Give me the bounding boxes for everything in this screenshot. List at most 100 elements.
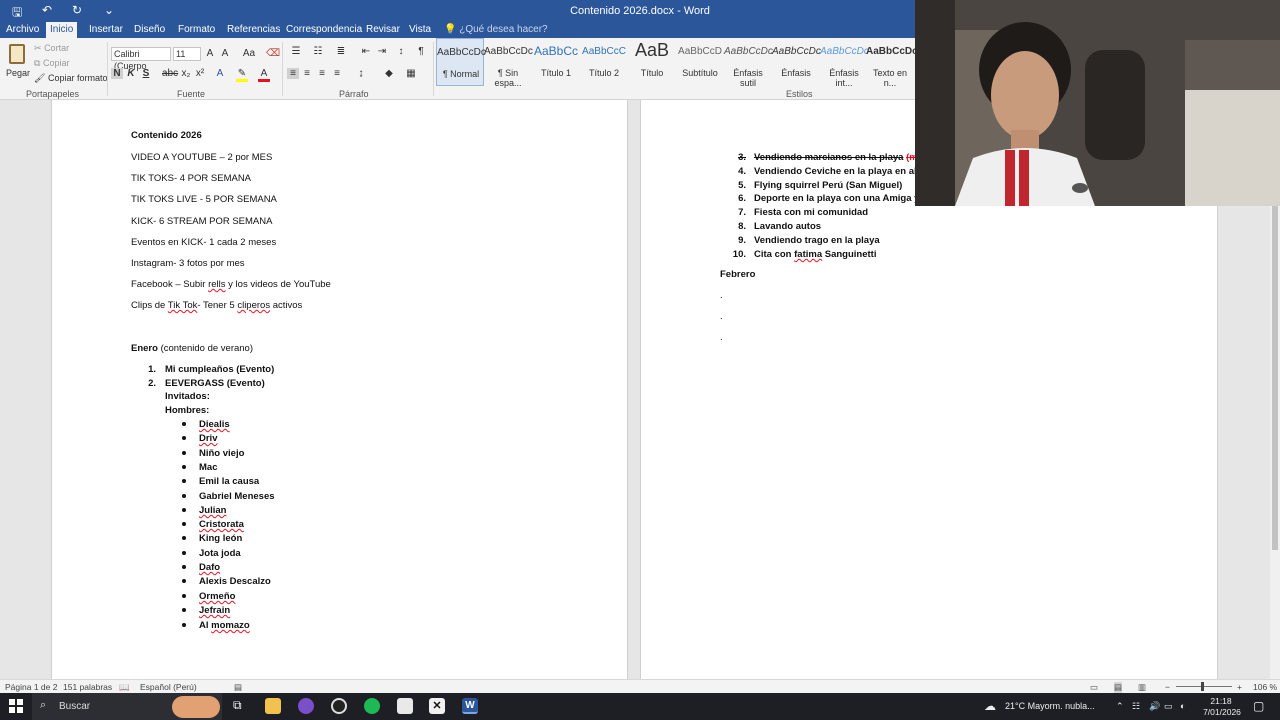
- line-spacing-icon[interactable]: ↨: [352, 68, 370, 79]
- italic-button[interactable]: K: [125, 68, 137, 79]
- paste-button[interactable]: Pegar: [6, 42, 30, 82]
- notepad-icon[interactable]: [397, 698, 413, 714]
- misspelled-word[interactable]: Dafo: [199, 562, 220, 573]
- cut-button[interactable]: ✂ Cortar: [34, 43, 69, 54]
- style-subtle-emphasis[interactable]: AaBbCcDc: [724, 46, 773, 57]
- highlight-icon[interactable]: ✎: [236, 68, 248, 82]
- zoom-out-icon[interactable]: −: [1165, 682, 1170, 692]
- tab-vista[interactable]: Vista: [405, 22, 435, 38]
- bold-button[interactable]: N: [111, 68, 123, 79]
- misspelled-word[interactable]: Jefrain: [199, 605, 230, 616]
- file-explorer-icon[interactable]: [265, 698, 281, 714]
- style-intense-emphasis[interactable]: AaBbCcDc: [820, 46, 869, 57]
- strikethrough-icon[interactable]: abc: [162, 68, 178, 79]
- superscript-icon[interactable]: x²: [194, 68, 206, 79]
- tray-chevron-icon[interactable]: ⌃: [1116, 701, 1124, 712]
- zoom-slider-handle[interactable]: [1201, 682, 1204, 691]
- subscript-icon[interactable]: x₂: [180, 68, 192, 79]
- tab-referencias[interactable]: Referencias: [223, 22, 284, 38]
- read-mode-icon[interactable]: ▭: [1090, 682, 1098, 693]
- tab-insertar[interactable]: Insertar: [85, 22, 127, 38]
- misspelled-word[interactable]: fatima: [794, 249, 822, 260]
- sort-icon[interactable]: ↕: [395, 46, 407, 57]
- increase-indent-icon[interactable]: ⇥: [375, 46, 389, 57]
- misspelled-word[interactable]: momazo: [211, 620, 250, 631]
- proofing-icon[interactable]: 📖: [119, 682, 130, 693]
- misspelled-word[interactable]: Julian: [199, 505, 226, 516]
- windows-start-icon[interactable]: [9, 699, 23, 713]
- network-icon[interactable]: ☷: [1132, 701, 1140, 712]
- clear-format-icon[interactable]: ⌫: [266, 48, 280, 59]
- misspelled-word[interactable]: Ormeño: [199, 591, 235, 602]
- show-formatting-icon[interactable]: ¶: [415, 46, 427, 57]
- misspelled-word[interactable]: Cristorata: [199, 519, 244, 530]
- task-view-icon[interactable]: ⧉: [233, 698, 249, 714]
- style-emphasis[interactable]: AaBbCcDc: [772, 46, 821, 57]
- misspelled-word[interactable]: cliperos: [237, 300, 270, 311]
- font-size-select[interactable]: 11: [173, 47, 201, 61]
- page-1[interactable]: Contenido 2026 VIDEO A YOUTUBE – 2 por M…: [51, 100, 628, 679]
- misspelled-word[interactable]: rells: [208, 279, 225, 290]
- tab-diseno[interactable]: Diseño: [130, 22, 169, 38]
- search-highlight-icon[interactable]: [172, 696, 220, 718]
- web-layout-icon[interactable]: ▥: [1138, 682, 1146, 693]
- misspelled-word[interactable]: Diealis: [199, 419, 230, 430]
- shrink-font-icon[interactable]: A: [219, 48, 231, 59]
- align-center-icon[interactable]: ≡: [301, 68, 313, 79]
- separator: [107, 42, 108, 96]
- bullets-icon[interactable]: ☰: [287, 46, 305, 57]
- format-painter-button[interactable]: 🖌 Copiar formato: [34, 73, 107, 84]
- capcut-icon[interactable]: ✕: [429, 698, 445, 714]
- clock-time[interactable]: 21:18: [1206, 696, 1236, 706]
- style-subtitle[interactable]: AaBbCcD: [676, 46, 724, 57]
- borders-icon[interactable]: ▦: [402, 68, 420, 79]
- word-icon[interactable]: W: [462, 698, 478, 714]
- tab-revisar[interactable]: Revisar: [362, 22, 404, 38]
- tell-me-search[interactable]: 💡 ¿Qué desea hacer?: [444, 22, 548, 38]
- decrease-indent-icon[interactable]: ⇤: [359, 46, 373, 57]
- style-heading-1[interactable]: AaBbCc: [532, 44, 580, 58]
- word-count[interactable]: 151 palabras: [63, 682, 112, 692]
- font-color-icon[interactable]: A: [258, 68, 270, 82]
- battery-icon[interactable]: ▭: [1164, 701, 1173, 712]
- clock-app-icon[interactable]: [331, 698, 347, 714]
- tab-archivo[interactable]: Archivo: [2, 22, 43, 38]
- copy-button[interactable]: ⧉ Copiar: [34, 58, 69, 69]
- change-case-icon[interactable]: Aa: [240, 48, 258, 59]
- font-name-select[interactable]: Calibri (Cuerpo: [111, 47, 171, 71]
- align-left-icon[interactable]: ≡: [287, 68, 299, 79]
- zoom-in-icon[interactable]: +: [1237, 682, 1242, 692]
- multilevel-list-icon[interactable]: ≣: [332, 46, 350, 57]
- zoom-level[interactable]: 106 %: [1253, 682, 1277, 692]
- clock-date[interactable]: 7/01/2026: [1200, 707, 1244, 717]
- macro-icon[interactable]: ▤: [234, 682, 242, 693]
- tray-app-icon[interactable]: ◐: [1180, 701, 1185, 711]
- style-strong[interactable]: AaBbCcDc: [866, 46, 918, 57]
- language[interactable]: Español (Perú): [140, 682, 197, 692]
- misspelled-word[interactable]: Tik Tok: [168, 300, 198, 311]
- tab-correspondencia[interactable]: Correspondencia: [282, 22, 366, 38]
- weather-text[interactable]: 21°C Mayorm. nubla...: [1005, 701, 1095, 711]
- underline-button[interactable]: S: [140, 68, 152, 79]
- spotify-icon[interactable]: [364, 698, 380, 714]
- tab-inicio[interactable]: Inicio: [46, 22, 78, 39]
- print-layout-icon[interactable]: ▤: [1114, 682, 1123, 693]
- style-heading-2[interactable]: AaBbCcC: [580, 46, 628, 57]
- zoom-slider[interactable]: [1176, 686, 1232, 687]
- weather-icon[interactable]: ☁: [984, 699, 996, 713]
- page-count[interactable]: Página 1 de 2: [5, 682, 57, 692]
- justify-icon[interactable]: ≡: [331, 68, 343, 79]
- volume-icon[interactable]: 🔊: [1149, 701, 1160, 712]
- text-effects-icon[interactable]: A: [214, 68, 226, 79]
- notifications-icon[interactable]: ▢: [1253, 699, 1264, 713]
- align-right-icon[interactable]: ≡: [316, 68, 328, 79]
- chrome-profile-icon[interactable]: [298, 698, 314, 714]
- shading-icon[interactable]: ◆: [380, 68, 398, 79]
- style-normal[interactable]: AaBbCcDc ¶ Normal: [436, 38, 486, 86]
- misspelled-word[interactable]: Driv: [199, 433, 217, 444]
- numbering-icon[interactable]: ☷: [309, 46, 327, 57]
- style-no-spacing[interactable]: AaBbCcDc: [484, 46, 533, 57]
- grow-font-icon[interactable]: A: [204, 48, 216, 59]
- style-title[interactable]: AaB: [628, 40, 676, 61]
- tab-formato[interactable]: Formato: [174, 22, 219, 38]
